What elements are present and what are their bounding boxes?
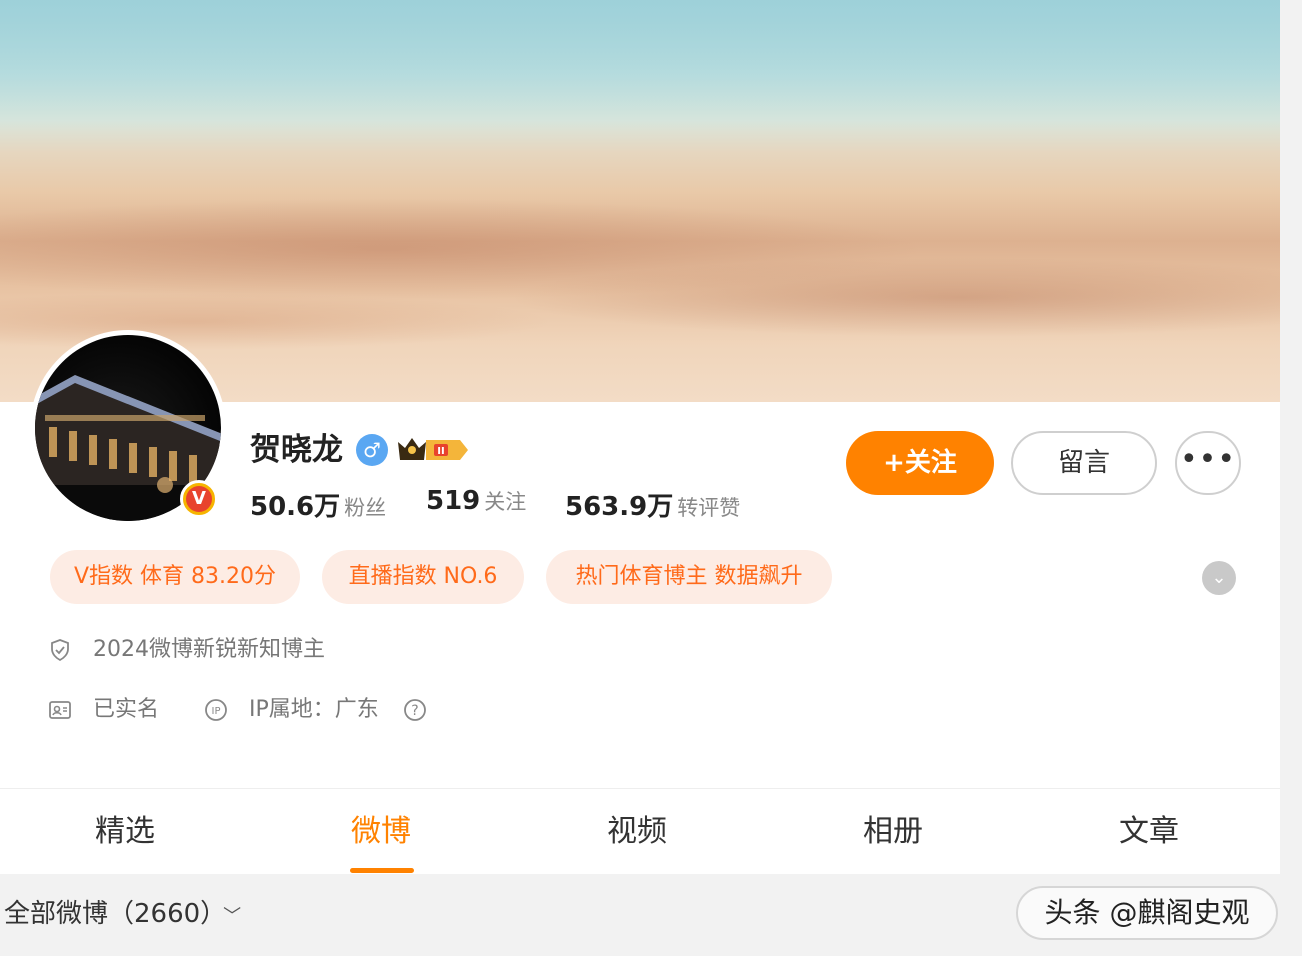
tag-hot-blogger[interactable]: 热门体育博主 数据飙升 [546, 550, 832, 604]
honor-row: 2024微博新锐新知博主 [48, 630, 448, 670]
feed-filter-label: 全部微博（2660） [4, 899, 214, 929]
verified-badge-letter: V [186, 486, 212, 512]
stat-following[interactable]: 519 关注 [426, 486, 526, 516]
tab-videos[interactable]: 视频 [537, 789, 737, 874]
svg-text:IP: IP [212, 706, 221, 717]
verified-badge-icon: V [180, 480, 218, 518]
chevron-down-icon[interactable]: ⌄ [1202, 561, 1236, 595]
ip-location-text: IP属地：广东 [249, 697, 379, 722]
stat-following-label: 关注 [484, 490, 527, 514]
stat-following-count: 519 [426, 486, 481, 516]
stat-followers-label: 粉丝 [344, 496, 387, 520]
profile-name: 贺晓龙 [250, 432, 343, 468]
follow-button[interactable]: +关注 [846, 431, 994, 495]
tag-live-index[interactable]: 直播指数 NO.6 [322, 550, 524, 604]
identity-row: 已实名 IP IP属地：广东 ? [48, 690, 468, 730]
svg-text:II: II [437, 446, 444, 457]
crown-icon: II [398, 438, 468, 460]
stat-interactions: 563.9万 转评赞 [565, 486, 740, 523]
message-button[interactable]: 留言 [1011, 431, 1157, 495]
svg-text:?: ? [411, 703, 418, 719]
watermark: 头条 @麒阁史观 [1016, 886, 1278, 940]
stat-interactions-count: 563.9万 [565, 492, 674, 522]
male-icon: ♂ [356, 434, 388, 466]
chevron-down-icon: ﹀ [223, 906, 242, 927]
more-options-button[interactable]: ••• [1175, 431, 1241, 495]
feed-filter-dropdown[interactable]: 全部微博（2660） ﹀ [4, 894, 241, 937]
ip-icon: IP [205, 699, 227, 721]
tag-v-index[interactable]: V指数 体育 83.20分 [50, 550, 300, 604]
honor-text: 2024微博新锐新知博主 [93, 637, 325, 662]
tab-albums[interactable]: 相册 [793, 789, 993, 874]
shield-icon [51, 639, 69, 662]
tab-featured[interactable]: 精选 [25, 789, 225, 874]
profile-tabs: 精选 微博 视频 相册 文章 [0, 788, 1280, 874]
id-card-icon [49, 701, 71, 719]
stat-followers-count: 50.6万 [250, 492, 341, 522]
tab-articles[interactable]: 文章 [1049, 789, 1249, 874]
stat-interactions-label: 转评赞 [677, 496, 741, 520]
profile-card: V 贺晓龙 ♂ II 50.6万 粉丝 519 关注 563.9万 转评赞 +关注 留… [0, 0, 1280, 874]
realname-text: 已实名 [93, 697, 160, 722]
tab-weibo[interactable]: 微博 [281, 789, 481, 874]
active-tab-indicator [350, 868, 414, 873]
stat-followers[interactable]: 50.6万 粉丝 [250, 486, 386, 523]
help-icon[interactable]: ? [403, 698, 427, 722]
